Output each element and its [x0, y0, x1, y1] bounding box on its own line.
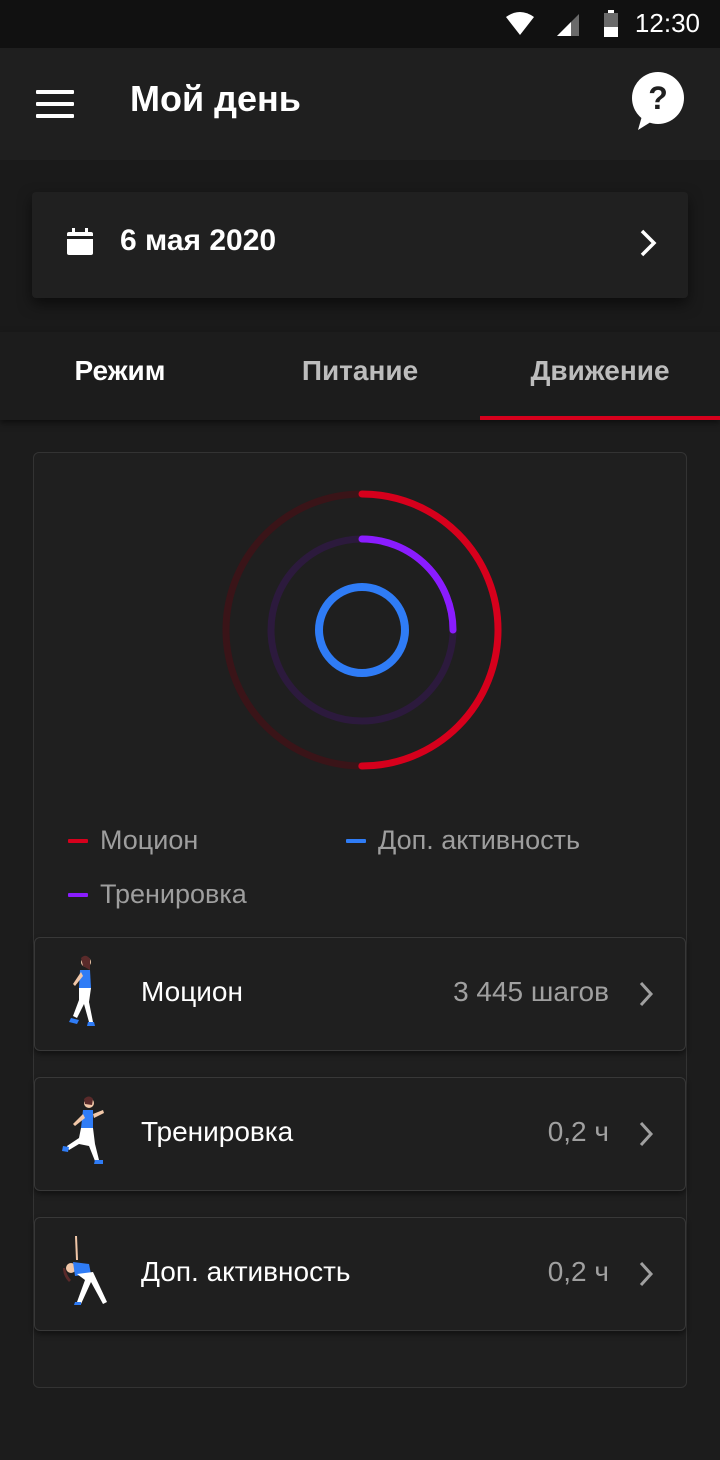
chevron-right-icon — [640, 229, 657, 257]
wifi-icon — [505, 11, 534, 35]
activity-value: 0,2 ч — [547, 1116, 609, 1147]
chevron-right-icon — [639, 981, 654, 1007]
tab-movement[interactable]: Движение — [480, 332, 720, 420]
status-bar: 12:30 — [0, 0, 720, 48]
menu-icon — [36, 90, 74, 94]
legend-training-swatch — [68, 892, 88, 897]
calendar-icon — [67, 228, 93, 255]
running-person-icon — [62, 1096, 104, 1164]
page-title: Мой день — [130, 78, 301, 119]
list-item-extra-activity[interactable]: Доп. активность 0,2 ч — [34, 1217, 686, 1331]
extra-activity-ring-progress — [315, 583, 409, 677]
legend-label: Моцион — [100, 825, 199, 855]
help-icon[interactable]: ? — [630, 70, 686, 132]
status-time: 12:30 — [634, 8, 700, 38]
date-label: 6 мая 2020 — [120, 224, 277, 257]
legend-training: Тренировка — [68, 879, 247, 910]
legend-motion-swatch — [68, 838, 88, 843]
legend-extra-activity: Доп. активность — [346, 825, 580, 856]
legend-motion: Моцион — [68, 825, 198, 856]
signal-icon — [556, 13, 579, 36]
svg-text:?: ? — [648, 80, 668, 116]
chevron-right-icon — [639, 1261, 654, 1287]
legend-label: Доп. активность — [378, 825, 581, 855]
list-item-training[interactable]: Тренировка 0,2 ч — [34, 1077, 686, 1191]
tab-nutrition[interactable]: Питание — [240, 332, 480, 420]
chevron-right-icon — [639, 1121, 654, 1147]
legend-label: Тренировка — [100, 879, 247, 909]
stretching-person-icon — [63, 1236, 107, 1305]
walking-person-icon — [69, 955, 95, 1026]
activity-label: Тренировка — [141, 1116, 294, 1147]
tab-bar: Режим Питание Движение — [0, 332, 720, 420]
activity-value: 3 445 шагов — [453, 976, 609, 1007]
activity-label: Моцион — [141, 976, 243, 1007]
app-bar: Мой день ? — [0, 48, 720, 160]
activity-label: Доп. активность — [141, 1256, 351, 1287]
date-area: 6 мая 2020 — [0, 160, 720, 332]
activity-value: 0,2 ч — [547, 1256, 609, 1287]
list-item-motion[interactable]: Моцион 3 445 шагов — [34, 937, 686, 1051]
battery-icon — [603, 9, 618, 37]
tab-regime[interactable]: Режим — [0, 332, 240, 420]
legend-extra-swatch — [346, 838, 366, 843]
menu-button[interactable] — [36, 90, 74, 118]
activity-rings — [222, 490, 502, 770]
date-selector[interactable]: 6 мая 2020 — [32, 192, 688, 298]
activity-card: Моцион Доп. активность Тренировка Моцион… — [33, 452, 687, 1388]
active-tab-indicator — [480, 416, 720, 420]
